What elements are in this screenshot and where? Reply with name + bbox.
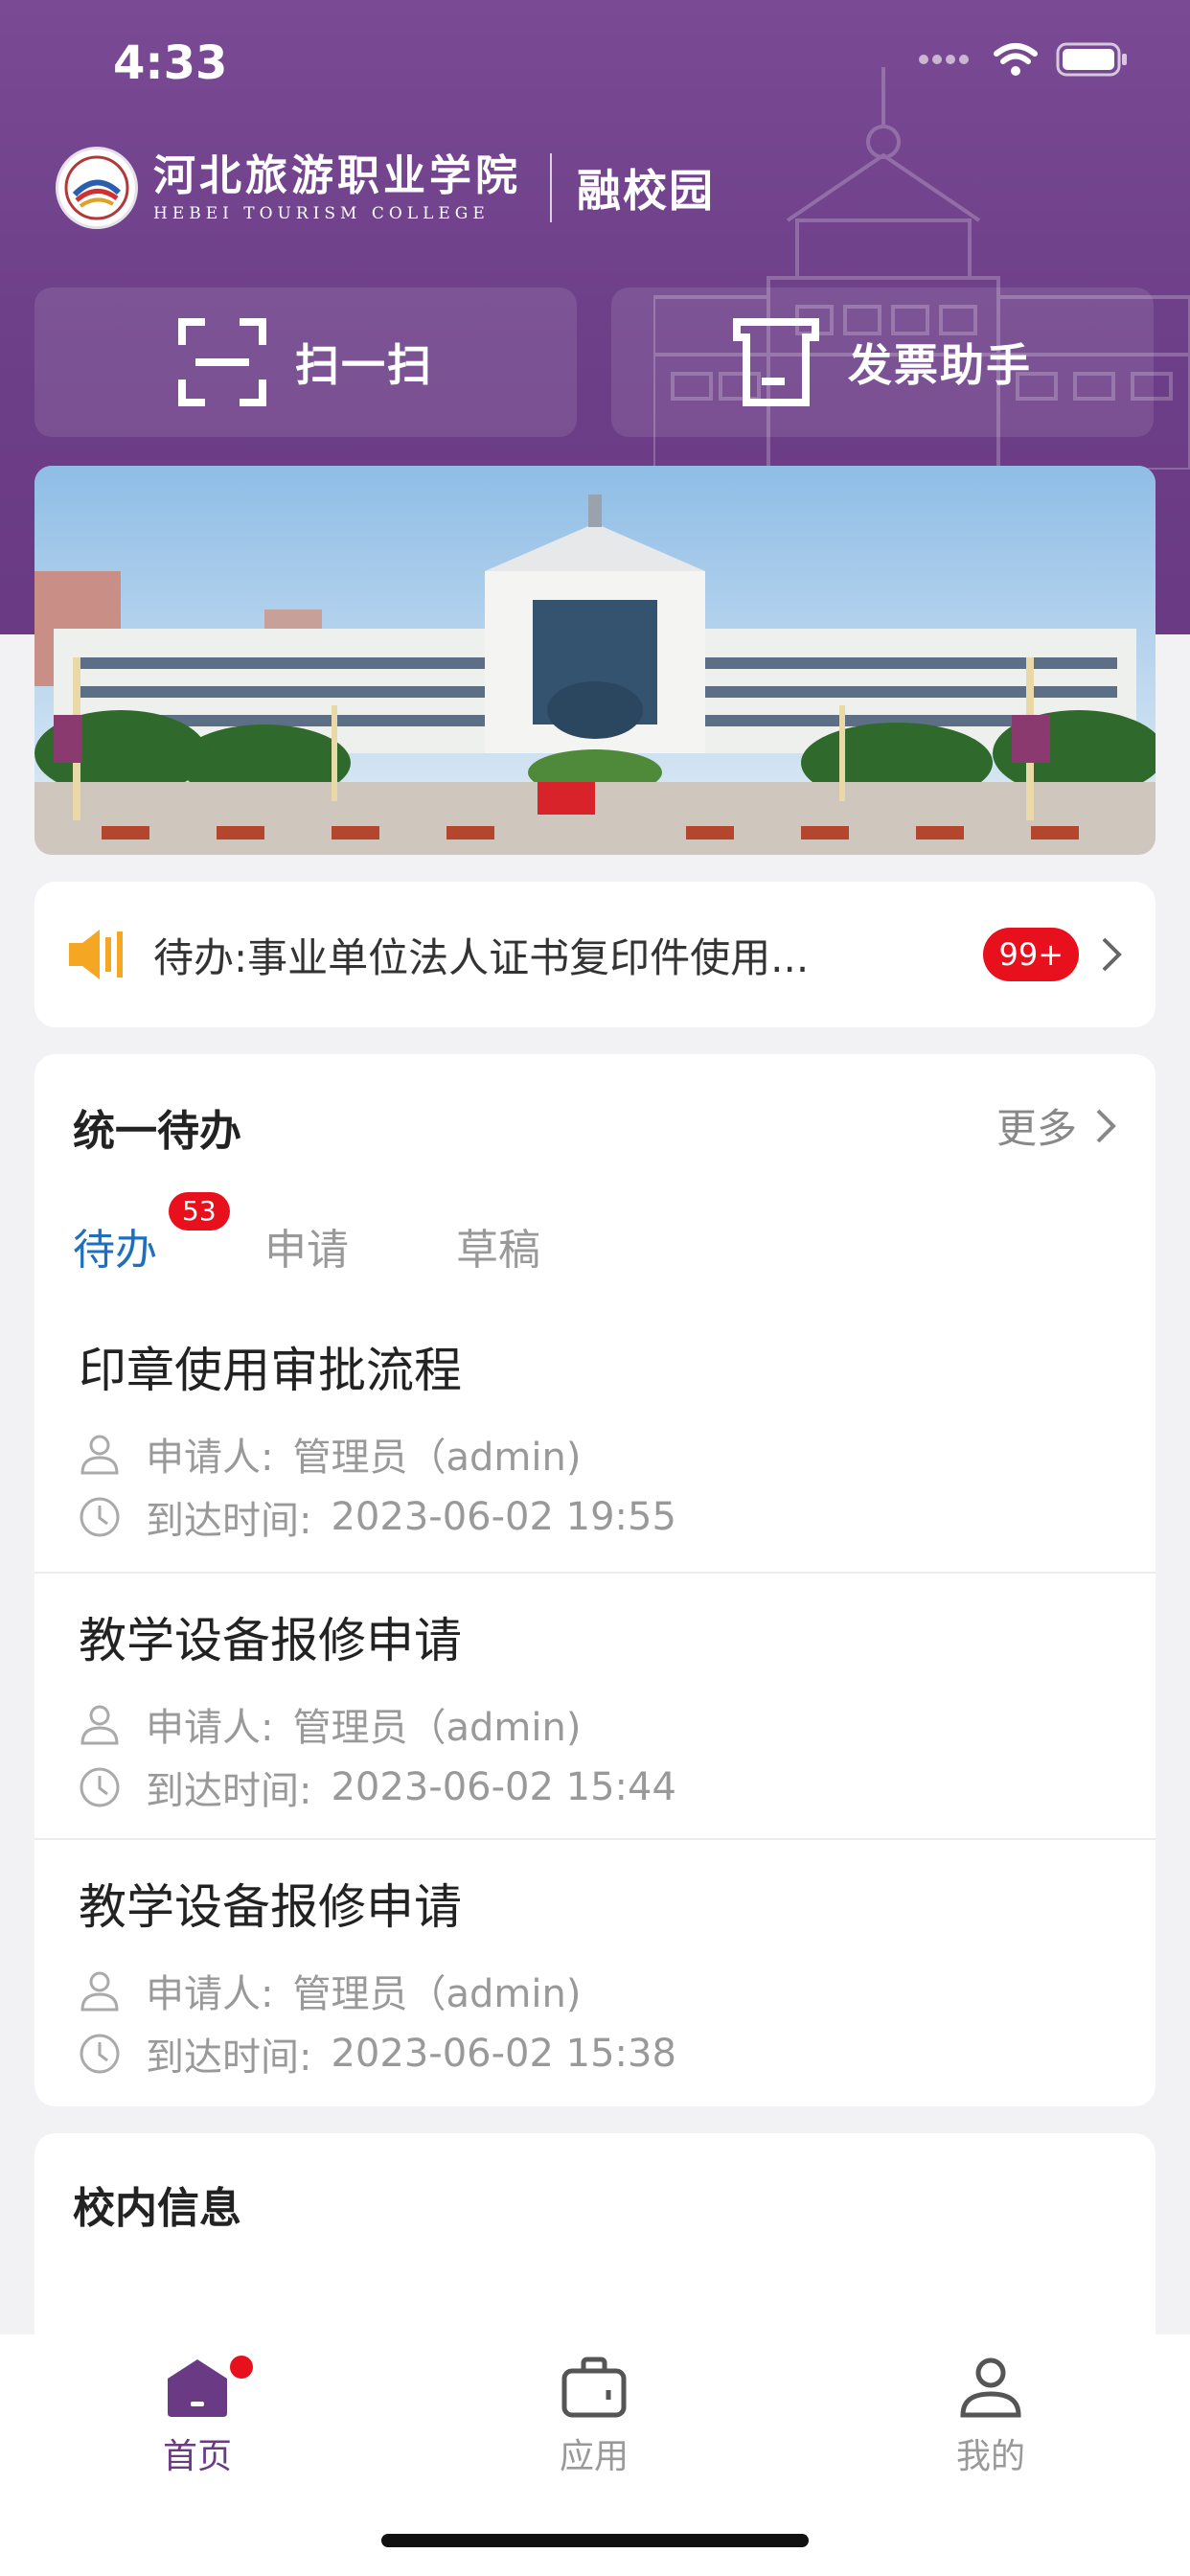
tab-mine-label: 我的 <box>955 2437 1025 2476</box>
todo-item-time: 到达时间: 2023-06-02 19:55 <box>79 1489 676 1545</box>
battery-icon <box>1056 42 1127 77</box>
brand-title: 融校园 <box>577 165 715 217</box>
more-link[interactable]: 更多 <box>996 1096 1117 1155</box>
clock-icon <box>80 1497 120 1537</box>
chevron-right-icon <box>1102 937 1122 972</box>
todo-item-time: 到达时间: 2023-06-02 15:44 <box>79 1760 676 1815</box>
todo-item[interactable]: 教学设备报修申请 申请人: 管理员（admin) 到达时间: 2023-06-0… <box>34 1572 1156 1838</box>
pending-count-badge: 53 <box>169 1192 230 1230</box>
tab-drafts[interactable]: 草稿 <box>456 1215 540 1276</box>
todo-item-applicant: 申请人: 管理员（admin) <box>79 1696 581 1752</box>
campus-info-title: 校内信息 <box>73 2184 241 2233</box>
status-time: 4:33 <box>113 36 228 90</box>
clock-icon <box>80 2034 120 2074</box>
scan-button[interactable]: 扫一扫 <box>34 288 577 437</box>
scan-label: 扫一扫 <box>295 339 433 391</box>
person-icon <box>80 1705 119 1745</box>
todo-item[interactable]: 教学设备报修申请 申请人: 管理员（admin) 到达时间: 2023-06-0… <box>34 1838 1156 2104</box>
notice-count-badge: 99+ <box>983 928 1079 981</box>
tab-pending[interactable]: 待办 53 <box>73 1192 230 1276</box>
unified-todo-card: 统一待办 更多 待办 53 申请 草稿 印章使用审批流程 申请人: 管理员（ad… <box>34 1054 1156 2106</box>
invoice-assistant-button[interactable]: 发票助手 <box>611 288 1154 437</box>
tab-apps[interactable]: 应用 <box>498 2356 690 2478</box>
todo-card-title: 统一待办 <box>73 1107 241 1156</box>
status-icons <box>918 42 1129 77</box>
tab-applications[interactable]: 申请 <box>264 1215 349 1276</box>
person-icon <box>960 2358 1021 2418</box>
todo-item-title: 教学设备报修申请 <box>79 1613 462 1668</box>
school-logo-row: 河北旅游职业学院 HEBEI TOURISM COLLEGE 融校园 <box>56 144 715 232</box>
speaker-icon <box>69 930 123 979</box>
clock-icon <box>80 1767 120 1807</box>
tab-pending-label: 待办 <box>73 1226 157 1275</box>
school-name-en: HEBEI TOURISM COLLEGE <box>153 204 490 223</box>
tab-home[interactable]: 首页 <box>102 2356 293 2478</box>
todo-item-time: 到达时间: 2023-06-02 15:38 <box>79 2026 676 2082</box>
school-name-cn: 河北旅游职业学院 <box>153 151 521 200</box>
todo-item-title: 教学设备报修申请 <box>79 1879 462 1935</box>
campus-banner-image[interactable] <box>34 466 1156 855</box>
person-icon <box>80 1435 119 1475</box>
tab-drafts-label: 草稿 <box>456 1226 540 1275</box>
tab-apps-label: 应用 <box>559 2437 629 2476</box>
invoice-icon <box>733 318 819 406</box>
notice-bar[interactable]: 待办:事业单位法人证书复印件使用... 99+ <box>34 882 1156 1027</box>
tab-home-label: 首页 <box>162 2437 232 2476</box>
campus-building-illustration <box>34 466 1156 855</box>
todo-item-applicant: 申请人: 管理员（admin) <box>79 1426 581 1482</box>
tab-applications-label: 申请 <box>264 1226 349 1275</box>
todo-item-applicant: 申请人: 管理员（admin) <box>79 1963 581 2018</box>
invoice-label: 发票助手 <box>848 339 1032 391</box>
more-label: 更多 <box>995 1105 1077 1152</box>
signal-icon <box>919 55 969 64</box>
todo-item-title: 印章使用审批流程 <box>79 1343 462 1398</box>
todo-item[interactable]: 印章使用审批流程 申请人: 管理员（admin) 到达时间: 2023-06-0… <box>34 1303 1156 1570</box>
school-emblem-icon <box>56 147 138 229</box>
notice-text: 待办:事业单位法人证书复印件使用... <box>153 933 810 981</box>
scan-icon <box>178 318 266 406</box>
home-icon <box>168 2359 227 2417</box>
notification-dot <box>230 2356 253 2379</box>
tab-mine[interactable]: 我的 <box>895 2356 1087 2478</box>
wifi-icon <box>994 43 1038 76</box>
person-icon <box>80 1971 119 2012</box>
briefcase-icon <box>561 2357 627 2418</box>
logo-divider <box>550 153 552 222</box>
chevron-right-icon <box>1096 1109 1116 1142</box>
home-indicator[interactable] <box>381 2534 809 2547</box>
todo-tabs: 待办 53 申请 草稿 <box>73 1192 648 1276</box>
